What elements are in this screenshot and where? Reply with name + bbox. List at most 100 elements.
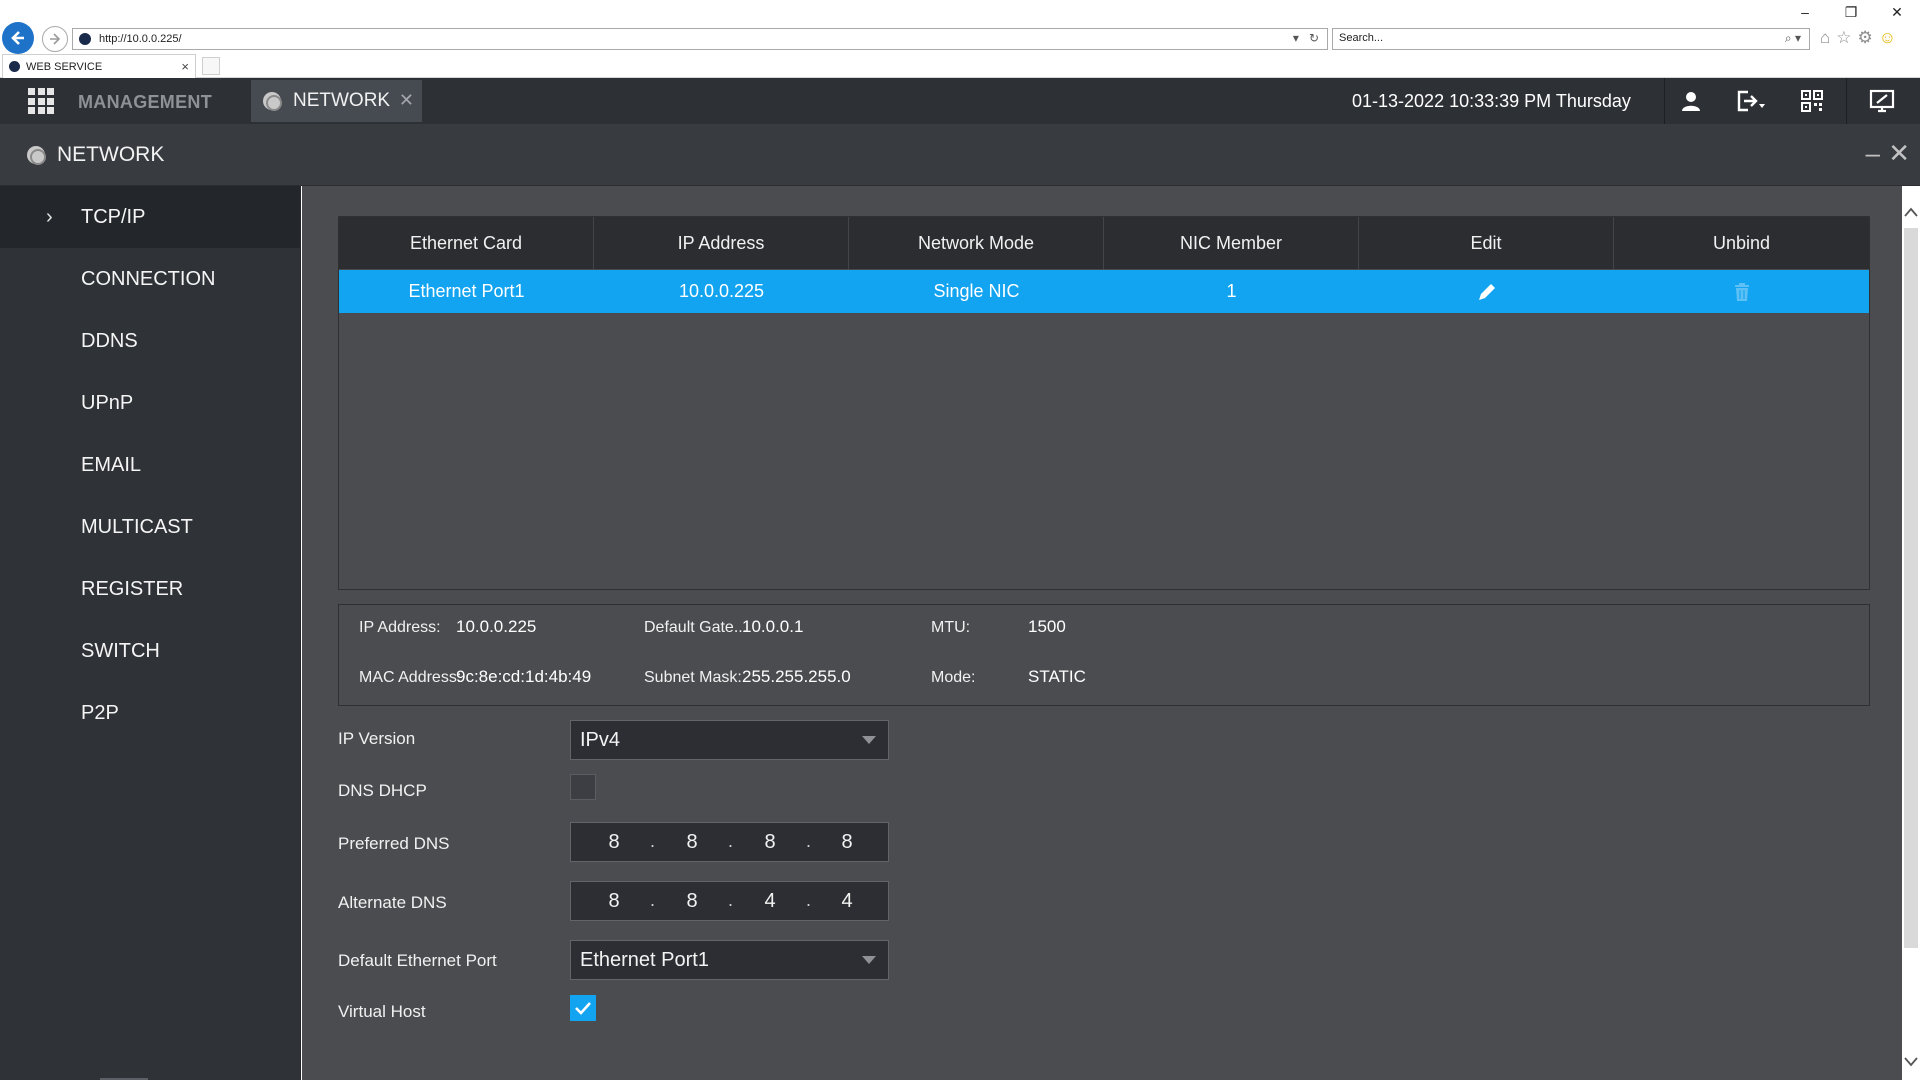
info-mtu-label: MTU:	[931, 619, 971, 636]
browser-icons: ⌂ ☆ ⚙ ☺	[1820, 28, 1896, 48]
info-ip-value: 10.0.0.225	[456, 617, 537, 636]
sidebar-item-label: REGISTER	[81, 577, 184, 600]
arrow-right-icon	[50, 33, 61, 45]
close-tab-icon[interactable]: ✕	[399, 90, 414, 111]
apps-grid-icon[interactable]	[28, 88, 54, 114]
ip-separator: .	[650, 890, 656, 910]
info-ip-label: IP Address:	[359, 619, 441, 636]
address-url: http://10.0.0.225/	[99, 33, 182, 45]
ip-version-select[interactable]: IPv4	[570, 720, 889, 760]
close-panel-icon[interactable]: ✕	[1888, 138, 1910, 169]
close-tab-icon[interactable]: ×	[181, 59, 189, 74]
cell-network-mode: Single NIC	[933, 281, 1020, 301]
default-port-label: Default Ethernet Port	[338, 951, 497, 970]
virtual-host-checkbox[interactable]	[570, 995, 596, 1021]
column-header-ethernet-card: Ethernet Card	[339, 217, 594, 269]
page-scrollbar[interactable]	[1902, 186, 1920, 1080]
sidebar-item-register[interactable]: REGISTER	[0, 558, 301, 620]
scroll-down-icon[interactable]	[1903, 1054, 1919, 1070]
alternate-dns-field[interactable]: 8 . 8 . 4 . 4	[570, 881, 889, 921]
ethernet-table: Ethernet Card IP Address Network Mode NI…	[338, 216, 1870, 590]
alternate-dns-octet-1[interactable]: 8	[599, 890, 629, 913]
sidebar-item-ddns[interactable]: DDNS	[0, 310, 301, 372]
table-row[interactable]: Ethernet Port1 10.0.0.225 Single NIC 1	[339, 270, 1869, 313]
checkmark-icon	[575, 1002, 591, 1015]
preferred-dns-octet-3[interactable]: 8	[755, 831, 785, 854]
header-divider	[1846, 78, 1847, 124]
panel-title-bar: NETWORK – ✕	[0, 124, 1920, 186]
sidebar-item-upnp[interactable]: UPnP	[0, 372, 301, 434]
ip-version-label: IP Version	[338, 729, 416, 748]
info-subnet-label: Subnet Mask:	[644, 669, 742, 686]
minimize-panel-icon[interactable]: –	[1866, 138, 1880, 169]
sidebar: › TCP/IP CONNECTION DDNS UPnP EMAIL MULT…	[0, 186, 301, 1080]
preferred-dns-octet-2[interactable]: 8	[677, 831, 707, 854]
minimize-window-icon[interactable]: –	[1782, 4, 1828, 21]
info-mac-value: 9c:8e:cd:1d:4b:49	[456, 667, 592, 686]
alternate-dns-octet-4[interactable]: 4	[832, 890, 862, 913]
ip-separator: .	[806, 831, 812, 851]
back-button[interactable]	[2, 22, 34, 54]
dropdown-icon[interactable]: ▾	[1293, 31, 1299, 45]
globe-icon	[263, 92, 282, 111]
alternate-dns-octet-3[interactable]: 4	[755, 890, 785, 913]
preferred-dns-octet-1[interactable]: 8	[599, 831, 629, 854]
address-tools: ▾ ↻	[1293, 31, 1319, 45]
panel-title: NETWORK	[57, 143, 165, 166]
scrollbar-thumb[interactable]	[1904, 228, 1918, 948]
header-tab-network[interactable]: NETWORK ✕	[251, 80, 422, 122]
sidebar-item-label: MULTICAST	[81, 515, 193, 538]
feedback-smiley-icon[interactable]: ☺	[1879, 28, 1896, 48]
browser-tab[interactable]: WEB SERVICE ×	[2, 54, 196, 78]
sidebar-item-connection[interactable]: CONNECTION	[0, 248, 301, 310]
cell-ip-address: 10.0.0.225	[678, 281, 765, 301]
sidebar-item-label: EMAIL	[81, 453, 142, 476]
settings-gear-icon[interactable]: ⚙	[1858, 28, 1873, 48]
column-header-unbind: Unbind	[1712, 232, 1771, 253]
chevron-down-icon	[862, 736, 876, 744]
dns-dhcp-label: DNS DHCP	[338, 781, 427, 800]
refresh-icon[interactable]: ↻	[1309, 31, 1319, 45]
address-bar[interactable]: http://10.0.0.225/ ▾ ↻	[72, 28, 1328, 50]
app-header: MANAGEMENT NETWORK ✕ 01-13-2022 10:33:39…	[0, 78, 1920, 124]
cell-nic-member: 1	[1226, 281, 1237, 301]
trash-icon[interactable]	[1733, 282, 1751, 302]
alternate-dns-octet-2[interactable]: 8	[677, 890, 707, 913]
sidebar-item-email[interactable]: EMAIL	[0, 434, 301, 496]
user-icon[interactable]	[1676, 88, 1706, 114]
scroll-up-icon[interactable]	[1903, 204, 1919, 220]
sidebar-item-switch[interactable]: SWITCH	[0, 620, 301, 682]
column-header-nic-member: NIC Member	[1104, 217, 1359, 269]
sidebar-item-label: DDNS	[81, 329, 138, 352]
sidebar-item-multicast[interactable]: MULTICAST	[0, 496, 301, 558]
qr-code-icon[interactable]	[1797, 88, 1827, 114]
ip-separator: .	[728, 831, 734, 851]
favorites-star-icon[interactable]: ☆	[1836, 28, 1851, 48]
logout-icon[interactable]	[1736, 88, 1766, 114]
sidebar-item-tcp-ip[interactable]: › TCP/IP	[0, 186, 301, 248]
header-divider	[1664, 78, 1665, 124]
monitor-icon[interactable]	[1867, 88, 1897, 114]
info-mac-label: MAC Address:	[359, 669, 462, 686]
cell-unbind	[1614, 270, 1869, 313]
ip-separator: .	[650, 831, 656, 851]
home-icon[interactable]: ⌂	[1820, 28, 1830, 48]
default-port-select[interactable]: Ethernet Port1	[570, 940, 889, 980]
restore-window-icon[interactable]: ❐	[1828, 4, 1874, 21]
preferred-dns-field[interactable]: 8 . 8 . 8 . 8	[570, 822, 889, 862]
arrow-left-icon	[11, 31, 24, 45]
sidebar-item-p2p[interactable]: P2P	[0, 682, 301, 744]
forward-button[interactable]	[42, 26, 68, 52]
management-link[interactable]: MANAGEMENT	[78, 92, 212, 113]
dns-dhcp-checkbox[interactable]	[570, 774, 596, 800]
close-window-icon[interactable]: ✕	[1874, 4, 1920, 21]
globe-icon	[27, 146, 46, 165]
sidebar-item-label: SWITCH	[81, 639, 160, 662]
preferred-dns-octet-4[interactable]: 8	[832, 831, 862, 854]
pencil-icon[interactable]	[1476, 281, 1498, 303]
browser-search-input[interactable]: Search... ⌕ ▾	[1332, 28, 1810, 50]
new-tab-button[interactable]	[202, 57, 220, 75]
browser-toolbar: http://10.0.0.225/ ▾ ↻ Search... ⌕ ▾ ⌂ ☆…	[0, 0, 1920, 78]
info-mode-label: Mode:	[931, 669, 976, 686]
search-icon[interactable]: ⌕ ▾	[1785, 31, 1801, 46]
